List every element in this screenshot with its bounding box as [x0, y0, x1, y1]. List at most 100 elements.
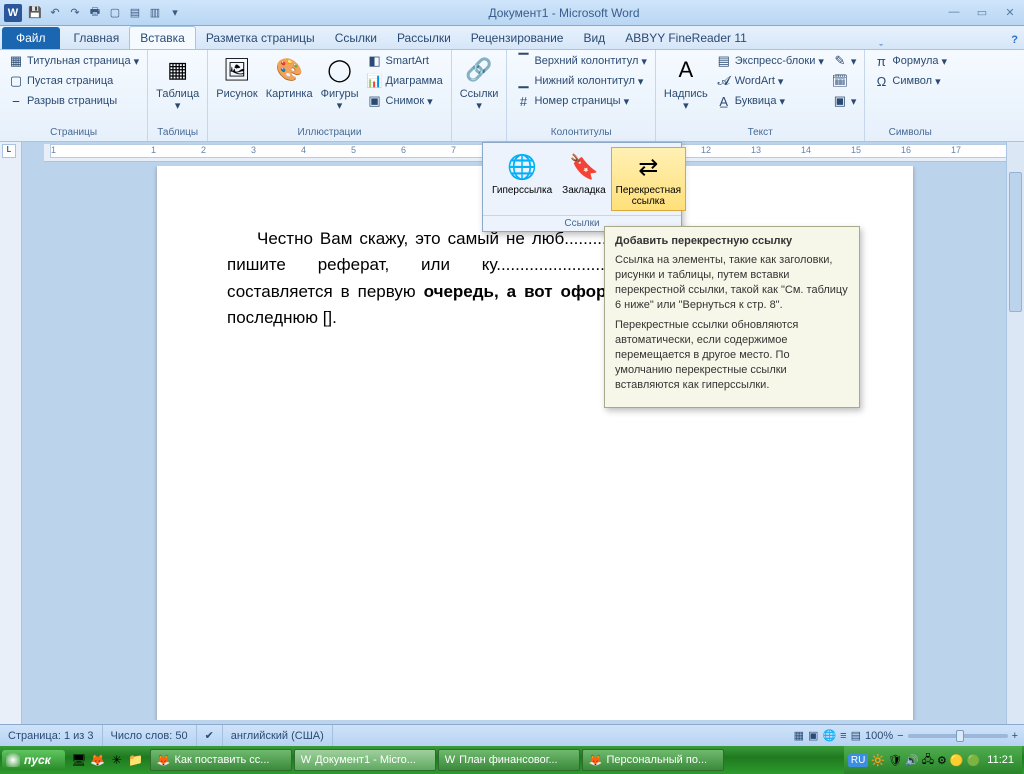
- date-icon: 🗓: [832, 73, 848, 89]
- qat-dropdown-icon[interactable]: ▾: [166, 4, 184, 22]
- firefox-icon: 🦊: [157, 754, 171, 767]
- close-button[interactable]: ✕: [1000, 6, 1020, 19]
- ribbon: ▦Титульная страница ▾ ▢Пустая страница ⎯…: [0, 50, 1024, 142]
- view-outline-icon[interactable]: ≡: [840, 730, 846, 742]
- break-icon: ⎯: [8, 93, 24, 109]
- textbox-button[interactable]: AНадпись▾: [662, 52, 710, 114]
- crossref-button[interactable]: ⇄Перекрестная ссылка: [611, 147, 686, 211]
- status-page[interactable]: Страница: 1 из 3: [0, 725, 103, 746]
- tray-icon[interactable]: 🟢: [967, 754, 981, 767]
- scrollbar-thumb[interactable]: [1009, 172, 1022, 312]
- group-links: 🔗Ссылки▾: [452, 50, 508, 141]
- zoom-level[interactable]: 100%: [865, 730, 893, 742]
- dropcap-button[interactable]: A̲Буквица ▾: [714, 92, 826, 110]
- tab-mailings[interactable]: Рассылки: [387, 27, 461, 49]
- hyperlink-button[interactable]: 🌐Гиперссылка: [487, 147, 557, 211]
- footer-button[interactable]: ▁Нижний колонтитул ▾: [513, 72, 645, 90]
- ribbon-minimize-icon[interactable]: ˬ: [873, 31, 889, 49]
- chart-button[interactable]: 📊Диаграмма: [365, 72, 445, 90]
- print-icon[interactable]: 🖶: [86, 4, 104, 22]
- tray-icon[interactable]: 🔆: [871, 754, 885, 767]
- tab-home[interactable]: Главная: [64, 27, 130, 49]
- screenshot-button[interactable]: ▣Снимок ▾: [365, 92, 445, 110]
- tab-review[interactable]: Рецензирование: [461, 27, 574, 49]
- view-printlayout-icon[interactable]: ▦: [794, 729, 804, 742]
- quicklaunch-icon[interactable]: 🦊: [90, 752, 106, 768]
- zoom-out-button[interactable]: −: [897, 730, 903, 742]
- clock[interactable]: 11:21: [983, 754, 1018, 766]
- bookmark-button[interactable]: 🔖Закладка: [557, 147, 610, 211]
- shapes-button[interactable]: ◯Фигуры▾: [319, 52, 361, 114]
- quicklaunch-icon[interactable]: ✳: [109, 752, 125, 768]
- zoom-in-button[interactable]: +: [1012, 730, 1018, 742]
- wordart-button[interactable]: 𝓐WordArt ▾: [714, 72, 826, 90]
- quickparts-button[interactable]: ▤Экспресс-блоки ▾: [714, 52, 826, 70]
- vertical-scrollbar[interactable]: [1006, 142, 1024, 724]
- text-extra-button[interactable]: ✎▾: [830, 52, 859, 70]
- pagenum-button[interactable]: #Номер страницы ▾: [513, 92, 631, 110]
- ribbon-tabs: Файл Главная Вставка Разметка страницы С…: [0, 26, 1024, 50]
- dropcap-icon: A̲: [716, 93, 732, 109]
- tab-abbyy[interactable]: ABBYY FineReader 11: [615, 27, 757, 49]
- tab-layout[interactable]: Разметка страницы: [196, 27, 325, 49]
- redo-icon[interactable]: ↷: [66, 4, 84, 22]
- view-draft-icon[interactable]: ▤: [851, 729, 861, 742]
- tooltip-text: Ссылка на элементы, такие как заголовки,…: [615, 253, 849, 312]
- picture-icon: 🖼: [221, 54, 253, 86]
- tab-selector[interactable]: L: [2, 144, 16, 158]
- table-button[interactable]: ▦Таблица▾: [154, 52, 201, 114]
- pi-icon: π: [873, 53, 889, 69]
- group-headers: ▔Верхний колонтитул ▾ ▁Нижний колонтитул…: [507, 50, 655, 141]
- cover-page-button[interactable]: ▦Титульная страница ▾: [6, 52, 141, 70]
- window-controls: — ▭ ✕: [944, 6, 1020, 19]
- word-icon: W: [445, 754, 455, 766]
- equation-button[interactable]: πФормула ▾: [871, 52, 949, 70]
- minimize-button[interactable]: —: [944, 6, 964, 19]
- tray-icon[interactable]: 🔊: [905, 754, 919, 767]
- textbox-icon: A: [670, 54, 702, 86]
- clipart-button[interactable]: 🎨Картинка: [264, 52, 315, 102]
- quicklaunch-icon[interactable]: 🖥: [71, 752, 87, 768]
- maximize-button[interactable]: ▭: [972, 6, 992, 19]
- tray-icon[interactable]: 🟡: [950, 754, 964, 767]
- vertical-ruler[interactable]: L: [0, 142, 22, 724]
- qat-icon[interactable]: ▤: [126, 4, 144, 22]
- page-icon: ▢: [8, 73, 24, 89]
- view-fullscreen-icon[interactable]: ▣: [808, 729, 818, 742]
- tray-icon[interactable]: 🖧: [922, 751, 934, 770]
- tab-view[interactable]: Вид: [573, 27, 615, 49]
- tab-insert[interactable]: Вставка: [129, 26, 196, 49]
- group-text: AНадпись▾ ▤Экспресс-блоки ▾ 𝓐WordArt ▾ A…: [656, 50, 866, 141]
- tray-icon[interactable]: 🛡: [888, 754, 902, 767]
- text-extra-button[interactable]: 🗓: [830, 72, 859, 90]
- page-break-button[interactable]: ⎯Разрыв страницы: [6, 92, 119, 110]
- text-extra-button[interactable]: ▣▾: [830, 92, 859, 110]
- zoom-slider[interactable]: [908, 734, 1008, 738]
- clipart-icon: 🎨: [273, 54, 305, 86]
- qat-icon[interactable]: ▥: [146, 4, 164, 22]
- status-words[interactable]: Число слов: 50: [103, 725, 197, 746]
- status-proofing-icon[interactable]: ✔: [197, 725, 223, 746]
- document-area: L 11234567891011121314151617 Честно Вам …: [0, 142, 1024, 724]
- help-icon[interactable]: ?: [1005, 31, 1024, 49]
- save-icon[interactable]: 💾: [26, 4, 44, 22]
- header-button[interactable]: ▔Верхний колонтитул ▾: [513, 52, 648, 70]
- links-dropdown-button[interactable]: 🔗Ссылки▾: [458, 52, 501, 114]
- status-language[interactable]: английский (США): [223, 725, 333, 746]
- view-web-icon[interactable]: 🌐: [822, 729, 836, 742]
- picture-button[interactable]: 🖼Рисунок: [214, 52, 260, 102]
- status-bar: Страница: 1 из 3 Число слов: 50 ✔ англий…: [0, 724, 1024, 746]
- undo-icon[interactable]: ↶: [46, 4, 64, 22]
- tab-references[interactable]: Ссылки: [325, 27, 387, 49]
- symbol-button[interactable]: ΩСимвол ▾: [871, 72, 942, 90]
- quicklaunch-icon[interactable]: 📁: [128, 752, 144, 768]
- screenshot-icon: ▣: [367, 93, 383, 109]
- tray-icon[interactable]: ⚙: [937, 754, 947, 767]
- language-indicator[interactable]: RU: [848, 754, 868, 767]
- tab-file[interactable]: Файл: [2, 27, 60, 49]
- blank-page-button[interactable]: ▢Пустая страница: [6, 72, 115, 90]
- start-button[interactable]: пуск: [2, 750, 65, 770]
- firefox-icon: 🦊: [589, 754, 603, 767]
- smartart-button[interactable]: ◧SmartArt: [365, 52, 445, 70]
- new-icon[interactable]: ▢: [106, 4, 124, 22]
